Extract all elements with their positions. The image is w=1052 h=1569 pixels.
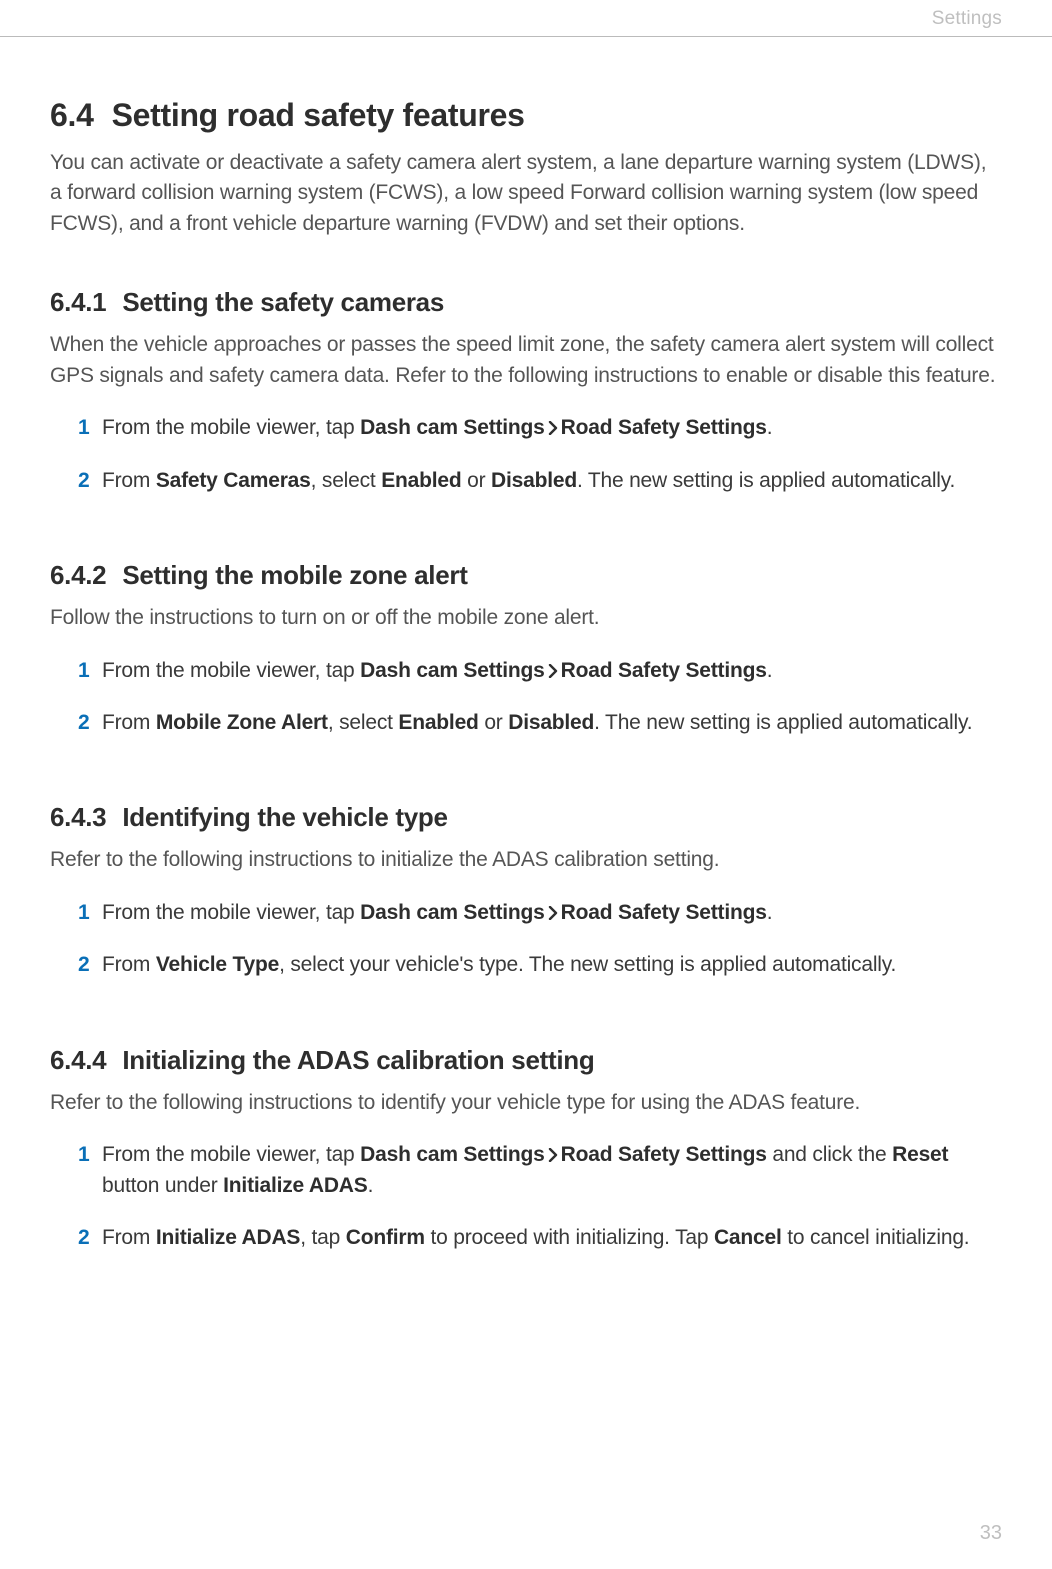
subsection-number: 6.4.2 <box>50 560 106 590</box>
section-title: Setting road safety features <box>112 97 525 133</box>
step-text: From the mobile viewer, tap Dash cam Set… <box>102 659 772 682</box>
subsection-intro: When the vehicle approaches or passes th… <box>50 330 1002 391</box>
step-item: 2 From Vehicle Type, select your vehicle… <box>78 950 1002 980</box>
step-list: 1 From the mobile viewer, tap Dash cam S… <box>50 1140 1002 1253</box>
chevron-right-icon <box>547 1148 559 1162</box>
page-content: 6.4 Setting road safety features You can … <box>0 37 1052 1253</box>
page-number: 33 <box>980 1522 1002 1545</box>
chevron-right-icon <box>547 421 559 435</box>
step-list: 1 From the mobile viewer, tap Dash cam S… <box>50 898 1002 981</box>
step-text: From the mobile viewer, tap Dash cam Set… <box>102 416 772 439</box>
subsection-heading: 6.4.3 Identifying the vehicle type <box>50 802 1002 833</box>
subsection-title: Setting the mobile zone alert <box>122 560 467 590</box>
subsection-number: 6.4.3 <box>50 802 106 832</box>
subsection-number: 6.4.4 <box>50 1045 106 1075</box>
subsection-title: Initializing the ADAS calibration settin… <box>122 1045 594 1075</box>
step-text: From Vehicle Type, select your vehicle's… <box>102 953 896 976</box>
subsection-intro: Refer to the following instructions to i… <box>50 1088 1002 1118</box>
subsection-intro: Follow the instructions to turn on or of… <box>50 603 1002 633</box>
step-number: 2 <box>78 950 89 980</box>
step-number: 2 <box>78 466 89 496</box>
header-label: Settings <box>932 8 1002 29</box>
step-text: From Safety Cameras, select Enabled or D… <box>102 469 955 492</box>
section-heading: 6.4 Setting road safety features <box>50 97 1002 134</box>
step-number: 2 <box>78 708 89 738</box>
subsection-title: Setting the safety cameras <box>122 287 444 317</box>
step-number: 1 <box>78 1140 89 1170</box>
step-number: 1 <box>78 656 89 686</box>
step-number: 1 <box>78 413 89 443</box>
step-item: 1 From the mobile viewer, tap Dash cam S… <box>78 898 1002 928</box>
subsection-heading: 6.4.1 Setting the safety cameras <box>50 287 1002 318</box>
step-item: 2 From Initialize ADAS, tap Confirm to p… <box>78 1223 1002 1253</box>
page-header: Settings <box>0 0 1052 37</box>
section-intro: You can activate or deactivate a safety … <box>50 148 1002 239</box>
step-item: 1 From the mobile viewer, tap Dash cam S… <box>78 1140 1002 1201</box>
section-number: 6.4 <box>50 97 94 133</box>
step-text: From the mobile viewer, tap Dash cam Set… <box>102 1143 948 1196</box>
chevron-right-icon <box>547 664 559 678</box>
step-number: 2 <box>78 1223 89 1253</box>
step-text: From the mobile viewer, tap Dash cam Set… <box>102 901 772 924</box>
step-list: 1 From the mobile viewer, tap Dash cam S… <box>50 413 1002 496</box>
subsection-title: Identifying the vehicle type <box>122 802 447 832</box>
step-item: 2 From Safety Cameras, select Enabled or… <box>78 466 1002 496</box>
step-list: 1 From the mobile viewer, tap Dash cam S… <box>50 656 1002 739</box>
step-item: 1 From the mobile viewer, tap Dash cam S… <box>78 656 1002 686</box>
subsection-heading: 6.4.2 Setting the mobile zone alert <box>50 560 1002 591</box>
step-number: 1 <box>78 898 89 928</box>
chevron-right-icon <box>547 906 559 920</box>
step-item: 2 From Mobile Zone Alert, select Enabled… <box>78 708 1002 738</box>
step-text: From Mobile Zone Alert, select Enabled o… <box>102 711 972 734</box>
subsection-heading: 6.4.4 Initializing the ADAS calibration s… <box>50 1045 1002 1076</box>
subsection-number: 6.4.1 <box>50 287 106 317</box>
step-item: 1 From the mobile viewer, tap Dash cam S… <box>78 413 1002 443</box>
step-text: From Initialize ADAS, tap Confirm to pro… <box>102 1226 969 1249</box>
subsection-intro: Refer to the following instructions to i… <box>50 845 1002 875</box>
